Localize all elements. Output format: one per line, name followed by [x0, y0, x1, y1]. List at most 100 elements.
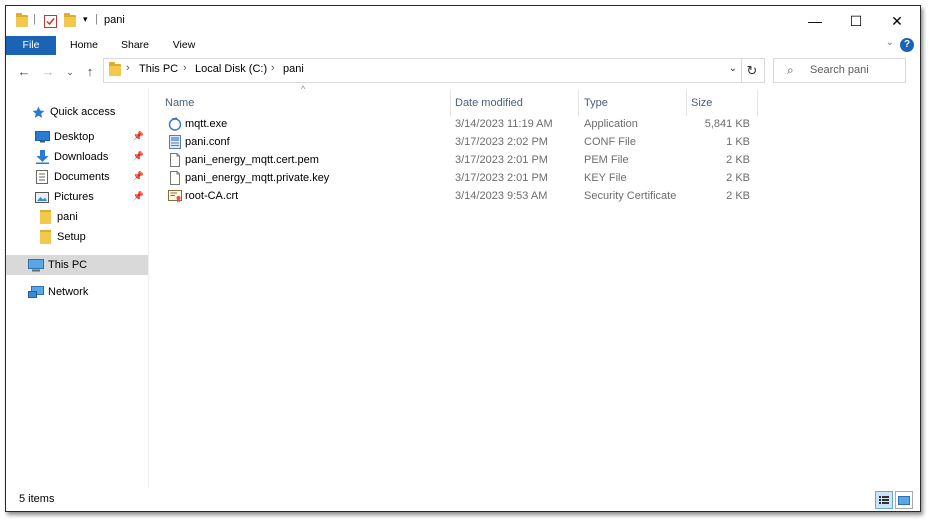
file-type: CONF File [584, 136, 636, 148]
file-size: 2 KB [726, 190, 750, 202]
address-bar[interactable]: › This PC › Local Disk (C:) › pani ⌄ [103, 58, 742, 83]
folder-icon [37, 209, 53, 225]
file-date: 3/17/2023 2:02 PM [455, 136, 548, 148]
certificate-icon [168, 190, 182, 203]
window-title: pani [104, 14, 125, 26]
forward-button[interactable]: → [40, 62, 56, 82]
nav-item-desktop[interactable]: Desktop 📌 [6, 127, 148, 147]
customize-toolbar-icon[interactable]: ▾ [83, 14, 88, 25]
tab-view[interactable]: View [164, 36, 204, 55]
file-type: KEY File [584, 172, 627, 184]
status-bar: 5 items [6, 489, 920, 511]
breadcrumb-local-disk[interactable]: Local Disk (C:) [195, 63, 267, 75]
item-count: 5 items [19, 493, 55, 505]
close-button[interactable]: ✕ [876, 6, 918, 36]
star-icon [30, 104, 46, 120]
application-icon [168, 117, 182, 131]
maximize-button[interactable]: ☐ [835, 6, 877, 36]
nav-item-documents[interactable]: Documents 📌 [6, 167, 148, 187]
file-size: 2 KB [726, 172, 750, 184]
help-button[interactable]: ? [900, 38, 914, 52]
config-file-icon [169, 135, 181, 149]
column-header-size[interactable]: Size [691, 90, 712, 116]
file-row[interactable]: pani_energy_mqtt.cert.pem 3/17/2023 2:01… [161, 151, 761, 169]
file-name: pani_energy_mqtt.private.key [185, 172, 330, 184]
file-date: 3/17/2023 2:01 PM [455, 154, 548, 166]
file-name: root-CA.crt [185, 190, 239, 202]
tab-file[interactable]: File [6, 36, 56, 55]
nav-item-downloads[interactable]: Downloads 📌 [6, 147, 148, 167]
address-dropdown-icon[interactable]: ⌄ [729, 63, 737, 74]
search-placeholder: Search pani [810, 64, 869, 76]
properties-icon[interactable] [44, 13, 57, 29]
pin-icon[interactable]: 📌 [133, 171, 144, 182]
folder-icon [37, 229, 53, 245]
pictures-icon [34, 189, 50, 205]
search-input[interactable]: ⌕ Search pani [773, 58, 906, 83]
nav-item-this-pc[interactable]: This PC [6, 255, 148, 275]
network-icon [28, 284, 44, 300]
file-row[interactable]: root-CA.crt 3/14/2023 9:53 AM Security C… [161, 187, 761, 205]
details-view-button[interactable] [875, 491, 893, 509]
nav-item-setup[interactable]: Setup [6, 227, 148, 247]
column-header-date[interactable]: Date modified [455, 90, 523, 116]
details-view-icon [879, 496, 889, 504]
nav-item-pictures[interactable]: Pictures 📌 [6, 187, 148, 207]
pin-icon[interactable]: 📌 [133, 131, 144, 142]
file-date: 3/14/2023 11:19 AM [455, 118, 553, 130]
breadcrumb-this-pc[interactable]: This PC [139, 63, 178, 75]
breadcrumb-chevron-icon[interactable]: › [183, 62, 187, 74]
new-folder-icon[interactable] [64, 13, 76, 29]
pin-icon[interactable]: 📌 [133, 151, 144, 162]
nav-label: This PC [48, 259, 88, 271]
column-header-type[interactable]: Type [584, 90, 608, 116]
file-type: Application [584, 118, 638, 130]
column-header-name[interactable]: Name [165, 90, 194, 116]
address-folder-icon [109, 62, 121, 76]
nav-label: Network [48, 286, 89, 298]
nav-item-pani[interactable]: pani [6, 207, 148, 227]
up-button[interactable]: ↑ [82, 62, 98, 82]
column-divider[interactable] [450, 90, 451, 116]
nav-label: pani [57, 211, 78, 223]
nav-label: Pictures [54, 191, 94, 203]
quick-access-folder-icon[interactable] [16, 13, 28, 29]
column-divider[interactable] [686, 90, 687, 116]
pane-divider[interactable] [148, 88, 149, 488]
title-separator-2: | [95, 13, 98, 25]
file-name: pani.conf [185, 136, 230, 148]
tab-home[interactable]: Home [62, 36, 106, 55]
tab-share[interactable]: Share [114, 36, 156, 55]
file-row[interactable]: mqtt.exe 3/14/2023 11:19 AM Application … [161, 115, 761, 133]
nav-label: Desktop [54, 131, 95, 143]
large-icons-view-icon [898, 496, 910, 505]
column-divider[interactable] [757, 90, 758, 116]
file-icon [170, 153, 180, 167]
file-date: 3/14/2023 9:53 AM [455, 190, 548, 202]
breadcrumb-chevron-icon[interactable]: › [271, 62, 275, 74]
computer-icon [28, 257, 44, 273]
file-size: 1 KB [726, 136, 750, 148]
back-button[interactable]: ← [16, 62, 32, 82]
nav-label: Downloads [54, 151, 109, 163]
column-divider[interactable] [578, 90, 579, 116]
nav-item-network[interactable]: Network [6, 282, 148, 302]
nav-item-quick-access[interactable]: Quick access [6, 102, 148, 122]
nav-label: Documents [54, 171, 110, 183]
file-icon [170, 171, 180, 185]
pin-icon[interactable]: 📌 [133, 191, 144, 202]
sort-ascending-icon: ^ [301, 84, 306, 94]
file-row[interactable]: pani.conf 3/17/2023 2:02 PM CONF File 1 … [161, 133, 761, 151]
large-icons-view-button[interactable] [895, 491, 913, 509]
breadcrumb-chevron-icon[interactable]: › [126, 62, 130, 74]
refresh-button[interactable]: ↻ [740, 58, 765, 83]
recent-locations-chevron-icon[interactable]: ⌄ [64, 62, 76, 82]
minimize-button[interactable]: — [794, 6, 836, 36]
explorer-window: | ▾ | pani — ☐ ✕ File Home Share View ⌄ … [5, 5, 921, 512]
breadcrumb-pani[interactable]: pani [283, 63, 304, 75]
nav-label: Quick access [50, 106, 116, 118]
file-row[interactable]: pani_energy_mqtt.private.key 3/17/2023 2… [161, 169, 761, 187]
file-date: 3/17/2023 2:01 PM [455, 172, 548, 184]
file-type: Security Certificate [584, 190, 677, 202]
expand-ribbon-icon[interactable]: ⌄ [886, 37, 894, 48]
